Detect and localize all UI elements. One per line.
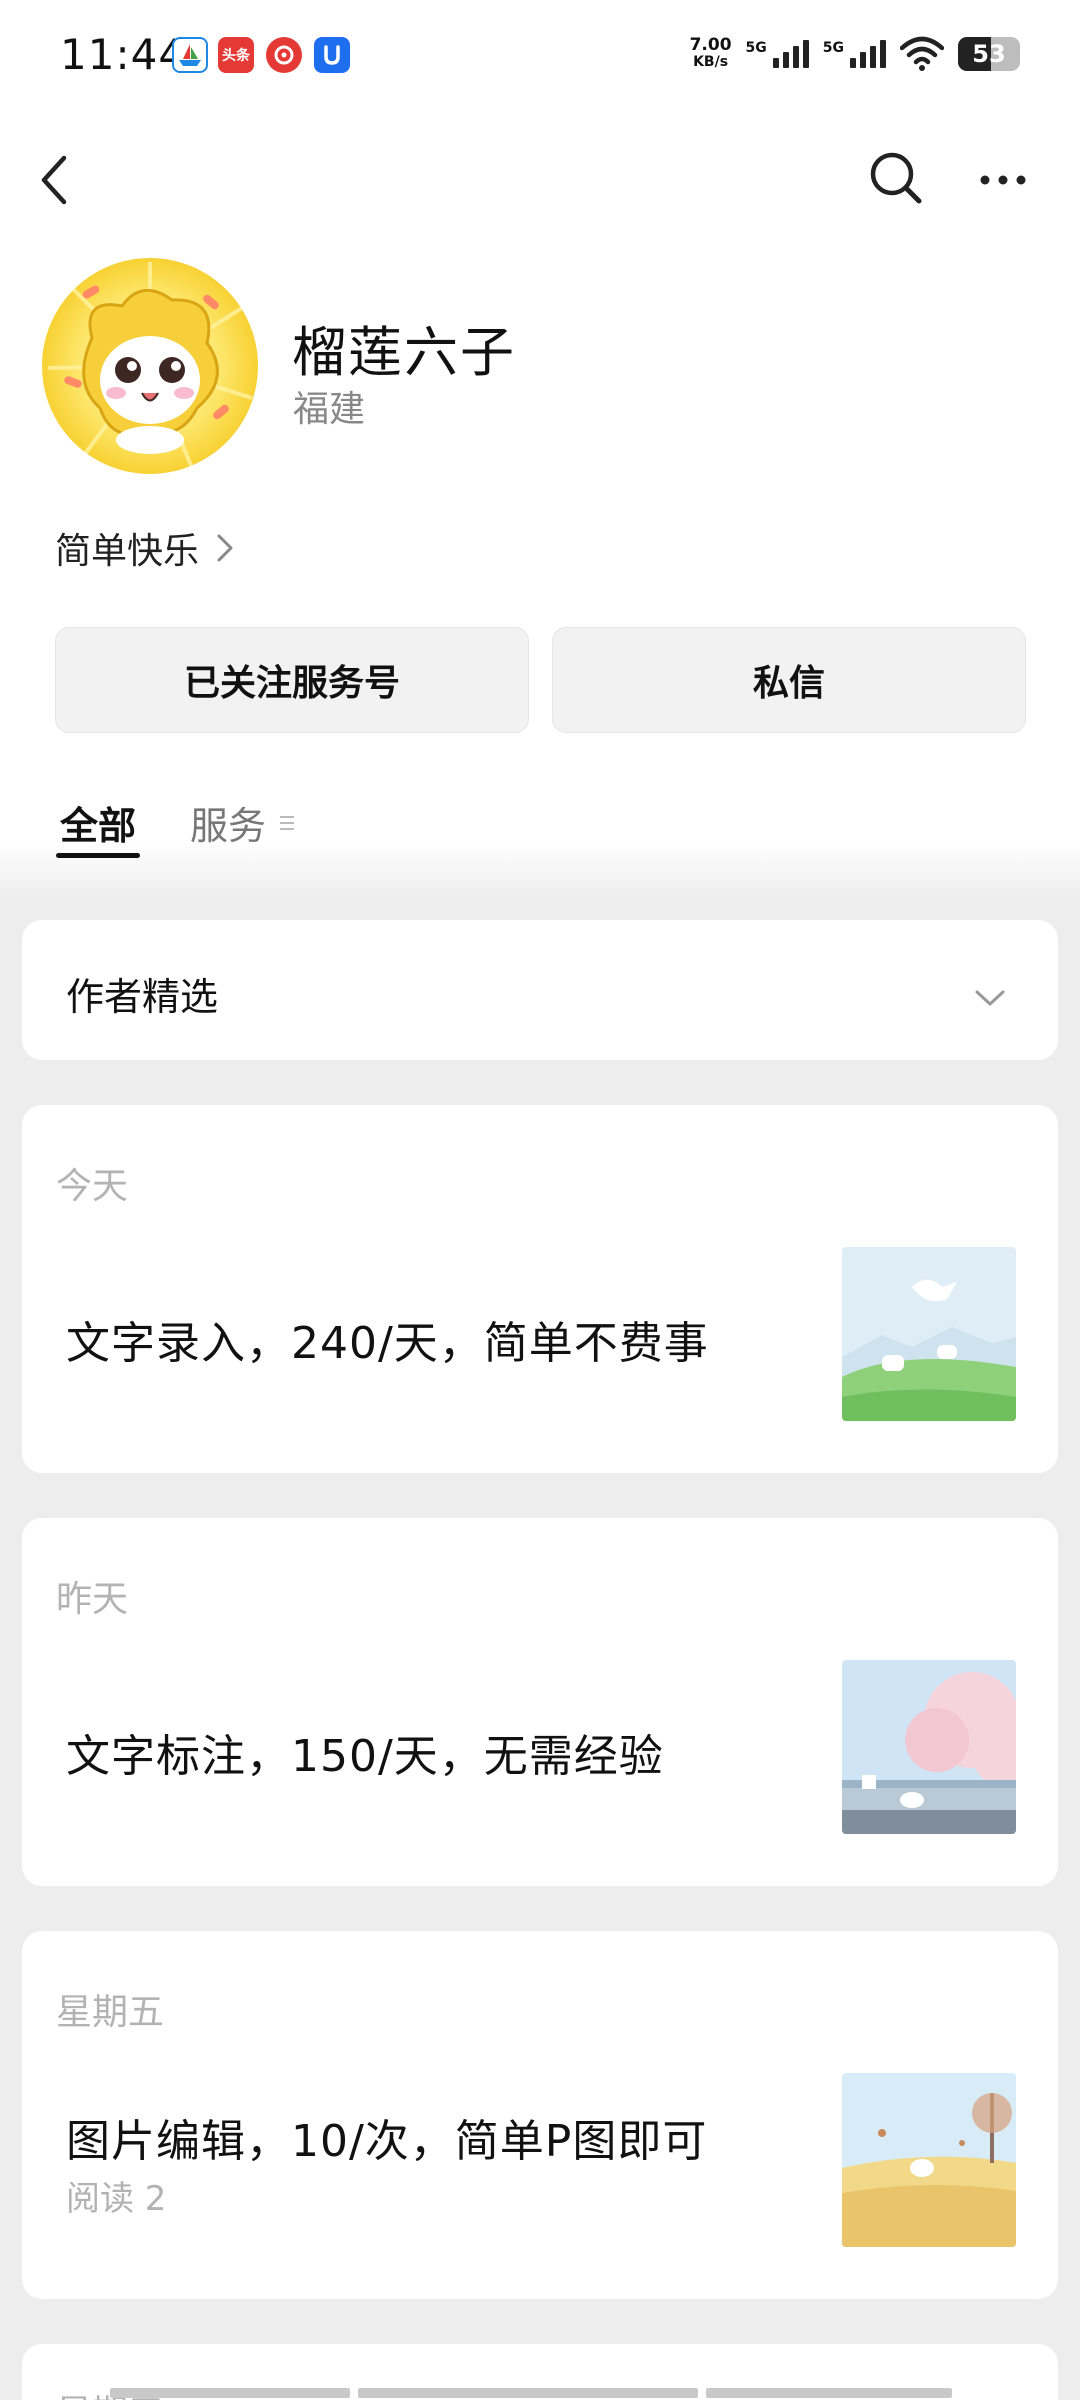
article-thumbnail <box>842 1660 1016 1834</box>
author-picks-dropdown[interactable]: 作者精选 <box>22 920 1058 1060</box>
menu-lines-icon <box>280 815 295 830</box>
status-bar: 11:44 头条 7.00 KB/s 5G 5G 53 <box>0 0 1080 110</box>
net-speed-value: 7.00 <box>689 35 732 55</box>
wifi-icon <box>900 36 944 71</box>
signal-2-icon: 5G <box>823 40 886 68</box>
avatar[interactable] <box>42 258 258 474</box>
tab-underline <box>56 853 141 858</box>
article-title: 文字录入，240/天，简单不费事 <box>66 1318 709 1369</box>
u-app-icon <box>314 37 350 73</box>
profile-name: 榴莲六子 <box>292 321 516 384</box>
chevron-down-icon <box>975 990 1005 1006</box>
article-title: 文字标注，150/天，无需经验 <box>66 1731 664 1782</box>
back-icon[interactable] <box>30 150 80 210</box>
article-date: 今天 <box>56 1166 129 1207</box>
message-button[interactable]: 私信 <box>552 627 1026 733</box>
tab-service[interactable]: 服务 <box>190 795 296 850</box>
sim2-label: 5G <box>822 40 844 56</box>
article-title: 图片编辑，10/次，简单P图即可 <box>66 2116 708 2167</box>
article-card[interactable]: 星期五 图片编辑，10/次，简单P图即可 阅读 2 <box>22 1931 1058 2299</box>
status-time: 11:44 <box>60 30 187 79</box>
net-speed-unit: KB/s <box>693 54 729 70</box>
sim1-label: 5G <box>745 40 767 56</box>
nav-indicator-bars <box>110 2388 952 2398</box>
article-card[interactable]: 昨天 文字标注，150/天，无需经验 <box>22 1518 1058 1886</box>
article-read-count: 阅读 2 <box>66 2179 167 2219</box>
net-speed: 7.00 KB/s <box>690 37 732 71</box>
signal-1-icon: 5G <box>746 40 809 68</box>
battery-level: 53 <box>972 40 1006 68</box>
article-thumbnail <box>842 1247 1016 1421</box>
tab-service-label: 服务 <box>190 804 267 848</box>
more-icon[interactable] <box>975 160 1031 200</box>
music-app-icon <box>266 37 302 73</box>
profile-region: 福建 <box>293 389 366 430</box>
article-card[interactable]: 今天 文字录入，240/天，简单不费事 <box>22 1105 1058 1473</box>
signature-text: 简单快乐 <box>55 531 200 572</box>
battery-icon: 53 <box>958 37 1020 71</box>
tab-all[interactable]: 全部 <box>56 795 141 858</box>
profile-signature[interactable]: 简单快乐 <box>55 522 235 574</box>
tab-all-label: 全部 <box>60 804 137 848</box>
followed-service-button[interactable]: 已关注服务号 <box>55 627 529 733</box>
toutiao-app-icon: 头条 <box>218 37 254 73</box>
article-date: 星期五 <box>56 1992 165 2033</box>
chevron-right-icon <box>217 534 233 562</box>
boat-app-icon <box>172 37 208 73</box>
article-thumbnail <box>842 2073 1016 2247</box>
status-right: 7.00 KB/s 5G 5G 53 <box>690 34 1020 74</box>
search-icon[interactable] <box>868 150 924 206</box>
dropdown-label: 作者精选 <box>66 975 219 1019</box>
article-date: 昨天 <box>56 1579 129 1620</box>
